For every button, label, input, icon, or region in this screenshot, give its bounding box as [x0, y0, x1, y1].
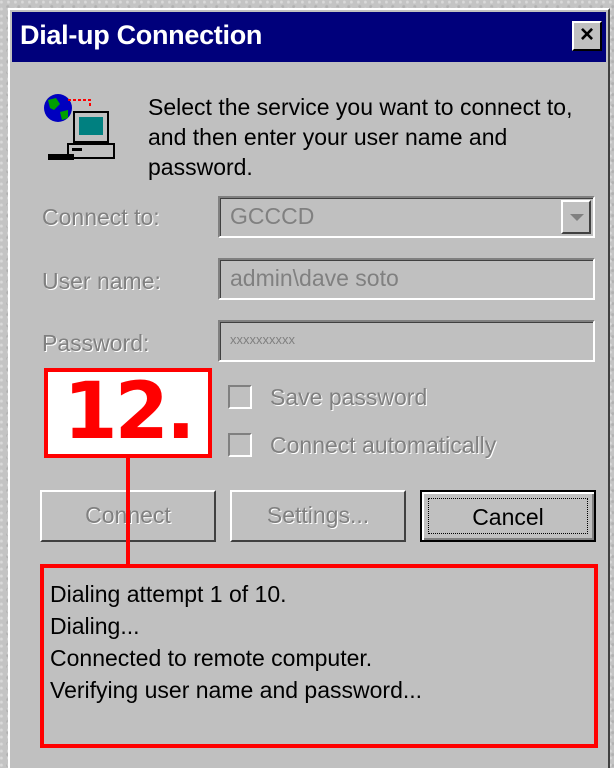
save-password-row[interactable]: Save password [228, 382, 427, 412]
close-button[interactable]: × [572, 21, 602, 51]
user-name-value: admin\dave soto [230, 265, 399, 291]
save-password-checkbox[interactable] [228, 385, 252, 409]
user-name-field[interactable]: admin\dave soto [218, 258, 595, 300]
connect-to-label: Connect to: [42, 204, 160, 230]
window-title: Dial-up Connection [20, 20, 263, 50]
cancel-button[interactable]: Cancel [420, 490, 596, 542]
globe-computer-icon [38, 90, 122, 170]
settings-button[interactable]: Settings... [230, 490, 406, 542]
close-icon: × [579, 21, 594, 48]
user-name-label: User name: [42, 268, 161, 294]
step-callout: 12. [44, 368, 212, 458]
status-line: Dialing attempt 1 of 10. [50, 581, 287, 607]
connect-to-value: GCCCD [230, 203, 315, 229]
intro-text: Select the service you want to connect t… [148, 94, 573, 180]
chevron-down-icon[interactable] [561, 200, 591, 234]
password-value: xxxxxxxxxx [230, 332, 295, 347]
save-password-label: Save password [270, 383, 428, 410]
status-line: Dialing... [50, 613, 140, 639]
status-line: Verifying user name and password... [50, 677, 423, 703]
connect-automatically-checkbox[interactable] [228, 433, 252, 457]
dialup-connection-window: Dial-up Connection × Select the service … [8, 8, 610, 768]
connect-automatically-row[interactable]: Connect automatically [228, 430, 496, 460]
status-log: Dialing attempt 1 of 10. Dialing... Conn… [40, 564, 598, 748]
status-line: Connected to remote computer. [50, 645, 373, 671]
password-label: Password: [42, 330, 150, 356]
title-bar[interactable]: Dial-up Connection × [12, 12, 606, 62]
cancel-button-label: Cancel [428, 498, 588, 534]
connect-automatically-label: Connect automatically [270, 431, 497, 458]
password-field[interactable]: xxxxxxxxxx [218, 320, 595, 362]
callout-connector [126, 458, 130, 568]
connect-to-dropdown[interactable]: GCCCD [218, 196, 595, 238]
